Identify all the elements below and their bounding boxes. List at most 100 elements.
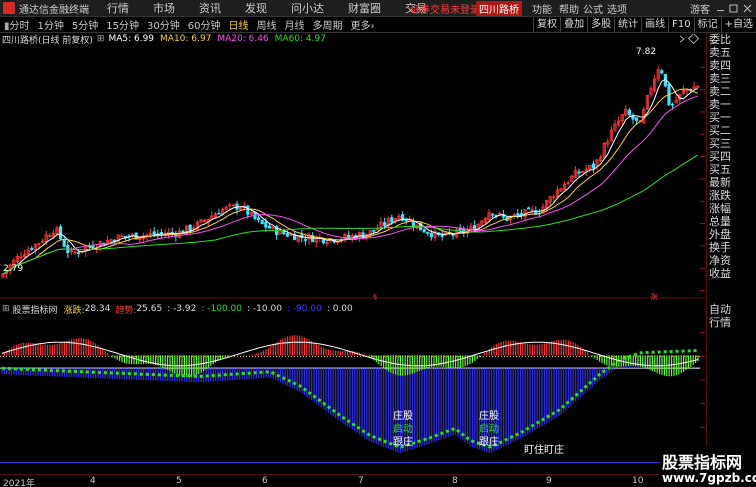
right-sidebar: 委比 卖五 卖四 卖三 卖二 卖一 买一 买二 买三 买四 买五 最新 涨跌 涨幅 总量 外盘 换手 净资 收益 自… [706, 33, 756, 473]
sidebar-button[interactable]: 卖一 [707, 98, 756, 111]
sidebar-button[interactable]: 买二 [707, 124, 756, 137]
period-60min[interactable]: 60分钟 [188, 17, 221, 32]
menu-formula[interactable]: 公式 [583, 1, 603, 16]
sidebar-button[interactable]: 买四 [707, 150, 756, 163]
sidebar-button[interactable]: 涨幅 [707, 202, 756, 215]
window-controls [717, 4, 752, 13]
candle-body [422, 229, 426, 233]
login-notice[interactable]: 证券交易未登录 [410, 1, 480, 16]
add-watchlist-button[interactable]: +自选 [720, 17, 756, 33]
statistics-button[interactable]: 统计 [614, 17, 641, 33]
sidebar-button[interactable]: 净资 [707, 254, 756, 267]
sidebar-button[interactable]: 外盘 [707, 228, 756, 241]
annotation-2-line3: 跟庄 [479, 435, 499, 448]
expand-icon[interactable]: ⊞ [97, 34, 105, 44]
sidebar-button[interactable]: 买三 [707, 137, 756, 150]
menu-item-discover[interactable]: 发现 [245, 0, 267, 16]
period-toolbar: ▮分时 1分钟 5分钟 15分钟 30分钟 60分钟 日线 周线 月线 多周期 … [0, 17, 756, 33]
menu-help[interactable]: 帮助 [559, 1, 579, 16]
period-weekly[interactable]: 周线 [256, 17, 276, 32]
menu-guest[interactable]: 游客 [690, 1, 710, 16]
chart-title: 四川路桥(日线 前复权) [2, 35, 93, 46]
sidebar-button[interactable]: 总量 [707, 215, 756, 228]
overlay-button[interactable]: 叠加 [560, 17, 587, 33]
candlestick-chart[interactable]: 7.507.006.506.005.505.004.504.003.503.00… [0, 45, 705, 300]
candle-body [91, 245, 95, 249]
watermark-url: www.7gpzb.com [662, 471, 756, 485]
sidebar-button[interactable]: 委比 [707, 33, 756, 46]
low-price-label: 2.79 [3, 264, 23, 274]
menu-item-quotes[interactable]: 行情 [107, 0, 129, 16]
candle-body [159, 232, 163, 234]
sidebar-button[interactable]: 收益 [707, 267, 756, 280]
candle-body [59, 226, 63, 239]
menu-options[interactable]: 选项 [607, 1, 627, 16]
ind-value-3: : -3.92 [167, 304, 197, 314]
ind-value-5: : -10.00 [247, 304, 282, 314]
period-5min[interactable]: 5分钟 [72, 17, 98, 32]
menu-function[interactable]: 功能 [532, 1, 552, 16]
arrow-icon [679, 35, 685, 43]
sidebar-button[interactable]: 卖五 [707, 46, 756, 59]
candle-body [346, 234, 351, 238]
sidebar-button[interactable]: 自动 [707, 303, 731, 316]
period-more[interactable]: 更多› [350, 17, 374, 32]
candles [1, 66, 700, 279]
close-icon [743, 4, 752, 13]
candle-body [285, 233, 290, 237]
annotation-1-line2: 启动 [393, 422, 413, 435]
more-label: 更多 [350, 21, 371, 32]
sidebar-button[interactable]: 涨跌 [707, 189, 756, 202]
mark-button[interactable]: 标记 [693, 17, 721, 33]
x-tick-4: 4 [90, 476, 96, 486]
sidebar-button[interactable]: 买五 [707, 163, 756, 176]
candle-body [30, 247, 34, 250]
marker-2: 涨 [650, 292, 658, 300]
annotation-1: 庄股 启动 跟庄 [393, 409, 413, 448]
sidebar-button[interactable]: 卖四 [707, 59, 756, 72]
x-tick-9: 9 [546, 476, 552, 486]
candle-body [591, 163, 596, 169]
high-price-label: 7.82 [636, 47, 656, 57]
indicator-bars [0, 335, 700, 464]
ind-value-7: : 0.00 [326, 304, 353, 314]
candle-body [267, 225, 272, 229]
candle-body [264, 221, 268, 228]
candle-body [390, 217, 394, 223]
indicator-chart[interactable]: 20.000.00-20.00-40.00-60.00-80.00 庄股 启动 … [0, 315, 705, 474]
sidebar-button[interactable]: 买一 [707, 111, 756, 124]
ma10-label: MA10: 6.97 [160, 34, 212, 44]
period-multi[interactable]: 多周期 [312, 17, 342, 32]
ma20-label: MA20: 6.46 [217, 34, 269, 44]
period-30min[interactable]: 30分钟 [147, 17, 180, 32]
candle-body [372, 229, 376, 232]
menu-item-wealth[interactable]: 财富圈 [348, 0, 381, 16]
candle-body [635, 117, 639, 121]
annotation-2: 庄股 启动 跟庄 [479, 409, 499, 448]
sidebar-button[interactable]: 卖三 [707, 72, 756, 85]
period-daily[interactable]: 日线 [228, 17, 248, 32]
sidebar-button[interactable]: 卖二 [707, 85, 756, 98]
sidebar-button[interactable]: 换手 [707, 241, 756, 254]
menu-item-news[interactable]: 资讯 [199, 0, 221, 16]
restore-rights-button[interactable]: 复权 [533, 17, 560, 33]
menu-item-market[interactable]: 市场 [153, 0, 175, 16]
candle-body [260, 219, 264, 225]
x-tick-8: 8 [452, 476, 458, 486]
stock-name-tab[interactable]: 四川路桥 [476, 0, 522, 16]
period-1min[interactable]: 1分钟 [38, 17, 64, 32]
multi-stock-button[interactable]: 多股 [587, 17, 614, 33]
candle-body [429, 232, 434, 238]
expand-icon-2[interactable]: ⊞ [2, 304, 10, 314]
menu-item-ask[interactable]: 问小达 [291, 0, 324, 16]
maximize-icon [729, 4, 738, 13]
period-monthly[interactable]: 月线 [284, 17, 304, 32]
sidebar-button[interactable]: 最新 [707, 176, 756, 189]
draw-line-button[interactable]: 画线 [641, 17, 668, 33]
candle-body [188, 224, 192, 231]
period-15min[interactable]: 15分钟 [106, 17, 139, 32]
sidebar-button[interactable]: 行情 [707, 316, 731, 329]
period-timeshare[interactable]: ▮分时 [4, 17, 30, 32]
f10-button[interactable]: F10 [668, 17, 693, 33]
main-chart-info: 四川路桥(日线 前复权) ⊞ MA5: 6.99 MA10: 6.97 MA20… [0, 33, 705, 46]
